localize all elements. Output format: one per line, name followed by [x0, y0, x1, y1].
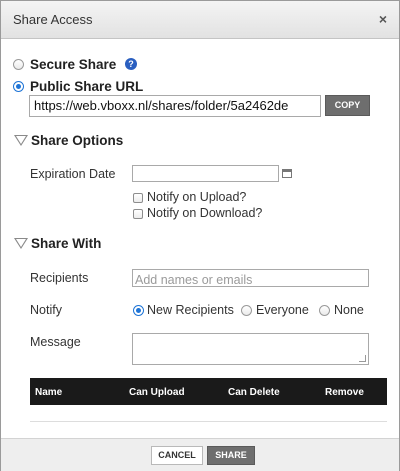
dialog-footer: CANCEL SHARE [1, 438, 399, 471]
message-label: Message [30, 335, 81, 349]
notify-upload-checkbox[interactable] [133, 193, 143, 203]
recipients-placeholder: Add names or emails [135, 273, 253, 287]
share-access-dialog: Share Access × Secure Share ? Public Sha… [0, 0, 400, 471]
cancel-button[interactable]: CANCEL [151, 446, 203, 465]
notify-none-radio[interactable] [319, 305, 330, 316]
column-header-remove: Remove [325, 387, 364, 398]
public-share-label[interactable]: Public Share URL [30, 79, 143, 94]
recipients-input[interactable]: Add names or emails [132, 269, 369, 287]
secure-share-label[interactable]: Secure Share [30, 57, 116, 72]
notify-option-label[interactable]: New Recipients [147, 303, 234, 317]
share-button[interactable]: SHARE [207, 446, 255, 465]
notify-download-checkbox[interactable] [133, 209, 143, 219]
divider [30, 421, 387, 422]
notify-everyone-radio[interactable] [241, 305, 252, 316]
recipients-table-header: Name Can Upload Can Delete Remove [30, 378, 387, 405]
close-icon[interactable]: × [379, 11, 387, 27]
dialog-titlebar: Share Access × [1, 1, 399, 39]
share-with-heading: Share With [31, 236, 102, 251]
notify-new-recipients-radio[interactable] [133, 305, 144, 316]
notify-label: Notify [30, 303, 62, 317]
collapse-triangle-icon[interactable] [14, 238, 28, 249]
notify-upload-label[interactable]: Notify on Upload? [147, 190, 246, 204]
notify-download-label[interactable]: Notify on Download? [147, 206, 262, 220]
expiration-date-label: Expiration Date [30, 167, 116, 181]
dialog-title: Share Access [13, 12, 93, 27]
resize-handle-icon[interactable] [359, 355, 366, 362]
secure-share-radio[interactable] [13, 59, 24, 70]
column-header-name: Name [35, 387, 63, 398]
column-header-can-upload: Can Upload [129, 387, 185, 398]
collapse-triangle-icon[interactable] [14, 135, 28, 146]
share-options-heading: Share Options [31, 133, 124, 148]
notify-option-label[interactable]: Everyone [256, 303, 309, 317]
help-icon[interactable]: ? [125, 58, 137, 70]
public-share-radio[interactable] [13, 81, 24, 92]
message-textarea[interactable] [132, 333, 369, 365]
notify-option-label[interactable]: None [334, 303, 364, 317]
calendar-icon[interactable] [282, 169, 292, 178]
column-header-can-delete: Can Delete [228, 387, 280, 398]
recipients-label: Recipients [30, 271, 89, 285]
copy-button[interactable]: COPY [325, 95, 370, 116]
public-share-url-field[interactable]: https://web.vboxx.nl/shares/folder/5a246… [29, 95, 321, 117]
expiration-date-input[interactable] [132, 165, 279, 182]
